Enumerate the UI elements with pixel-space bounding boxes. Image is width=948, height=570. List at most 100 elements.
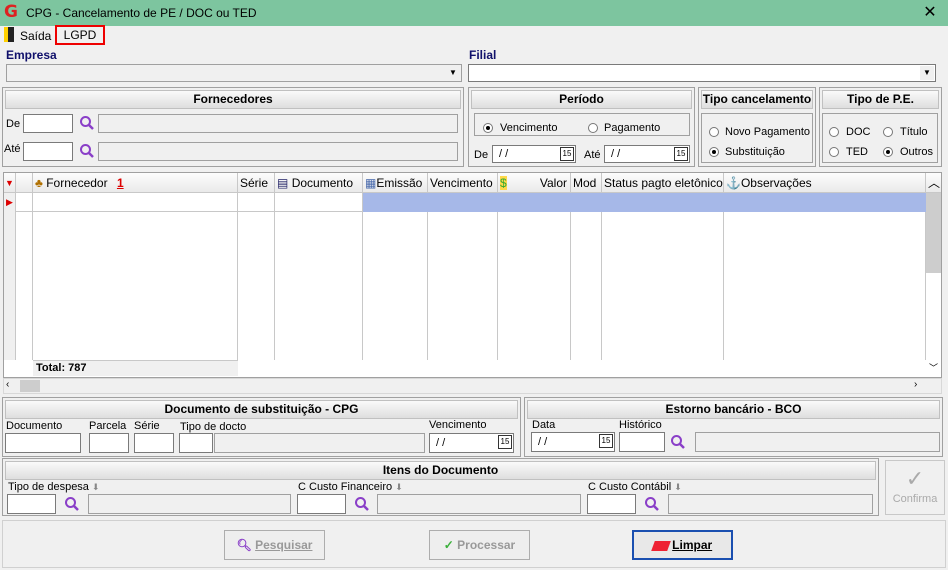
arrow-down-icon: ⬇ <box>395 482 403 492</box>
confirm-button[interactable]: ✓ Confirma <box>885 460 945 515</box>
sub-tipo-label: Tipo de docto <box>180 421 247 433</box>
scroll-left-icon[interactable]: ‹ <box>6 379 9 390</box>
col-serie[interactable]: Série <box>238 173 275 193</box>
scroll-up[interactable]: ︿ <box>926 173 941 193</box>
reversal-date[interactable]: / /15 <box>531 432 615 452</box>
ted-radio[interactable] <box>829 147 839 157</box>
scroll-down[interactable]: ﹀ <box>926 361 941 376</box>
horizontal-scroll-thumb[interactable] <box>20 380 40 392</box>
chevron-down-icon[interactable]: ▼ <box>920 66 934 80</box>
period-from-date[interactable]: / /15 <box>492 145 576 163</box>
vencimento-col <box>428 193 498 360</box>
custo-cont-desc <box>668 494 873 514</box>
window-title: CPG - Cancelamento de PE / DOC ou TED <box>26 6 257 20</box>
supplier-from-label: De <box>6 118 21 130</box>
titulo-label: Título <box>900 126 928 138</box>
payment-radio[interactable] <box>588 123 598 133</box>
check-icon: ✓ <box>443 538 454 552</box>
status-col <box>602 193 724 360</box>
pe-type-title: Tipo de P.E. <box>822 90 939 109</box>
check-col <box>16 193 33 360</box>
close-button[interactable]: ✕ <box>916 2 944 24</box>
documents-grid[interactable]: ▼ ♣ Fornecedor 1 Série ▤ Documento ▦Emis… <box>3 172 942 378</box>
scroll-right-icon[interactable]: › <box>914 379 917 390</box>
search-button[interactable]: 🔍︎ Pesquisar <box>224 530 325 560</box>
col-valor[interactable]: $ Valor <box>498 173 571 193</box>
search-icon[interactable] <box>670 434 686 450</box>
sub-parcela-input[interactable] <box>89 433 129 453</box>
new-payment-radio[interactable] <box>709 127 719 137</box>
chevron-down-icon[interactable]: ▼ <box>446 66 460 80</box>
emissao-col <box>363 193 428 360</box>
horizontal-scrollbar[interactable]: ‹ › <box>3 378 942 394</box>
sub-doc-input[interactable] <box>5 433 81 453</box>
sort-indicator: 1 <box>116 176 124 190</box>
menu-exit[interactable]: Saída <box>20 29 51 43</box>
process-button[interactable]: ✓ Processar <box>429 530 530 560</box>
app-logo-icon: G <box>4 2 18 22</box>
col-vencimento[interactable]: Vencimento <box>428 173 498 193</box>
doc-label: DOC <box>846 126 871 138</box>
outros-radio[interactable] <box>883 147 893 157</box>
supplier-from-input[interactable] <box>23 114 73 133</box>
supplier-to-input[interactable] <box>23 142 73 161</box>
arrow-down-icon: ⬇ <box>674 482 682 492</box>
search-icon[interactable] <box>644 496 660 512</box>
serie-col <box>238 193 275 360</box>
titulo-radio[interactable] <box>883 127 893 137</box>
sub-venc-label: Vencimento <box>429 419 487 431</box>
branch-select[interactable]: ▼ <box>468 64 936 82</box>
branch-label: Filial <box>469 48 497 62</box>
calendar-icon[interactable]: 15 <box>599 434 613 448</box>
search-icon: 🔍︎ <box>236 538 252 552</box>
calendar-icon: ▦ <box>365 176 377 190</box>
clear-button[interactable]: Limpar <box>632 530 733 560</box>
sub-venc-date[interactable]: / /15 <box>429 433 514 453</box>
calendar-icon[interactable]: 15 <box>674 147 688 161</box>
period-to-date[interactable]: / /15 <box>604 145 690 163</box>
company-select[interactable]: ▼ <box>6 64 462 82</box>
due-label: Vencimento <box>500 122 558 134</box>
cancel-type-title: Tipo cancelamento <box>701 90 813 109</box>
col-mod[interactable]: Mod <box>571 173 602 193</box>
table-row-selected[interactable] <box>363 193 926 212</box>
reversal-date-label: Data <box>532 419 556 431</box>
col-documento[interactable]: ▤ Documento <box>275 173 363 193</box>
col-fornecedor[interactable]: ♣ Fornecedor 1 <box>33 173 238 193</box>
historico-input[interactable] <box>619 432 665 452</box>
ted-label: TED <box>846 146 868 158</box>
due-radio[interactable] <box>483 123 493 133</box>
supplier-from-name <box>98 114 458 133</box>
sub-tipo-input[interactable] <box>179 433 213 453</box>
arrow-down-icon: ⬇ <box>92 482 100 492</box>
anchor-icon: ⚓ <box>726 176 741 190</box>
money-icon: $ <box>500 176 507 190</box>
custo-fin-input[interactable] <box>297 494 346 514</box>
tipo-despesa-input[interactable] <box>7 494 56 514</box>
sub-serie-label: Série <box>134 420 160 432</box>
menu-bar <box>0 26 948 45</box>
new-payment-label: Novo Pagamento <box>725 126 810 138</box>
company-label: Empresa <box>6 48 57 62</box>
table-row[interactable] <box>16 193 363 212</box>
sub-doc-label: Documento <box>6 420 63 432</box>
col-status[interactable]: Status pagto eletônico <box>602 173 724 193</box>
check-header <box>16 173 33 193</box>
doc-radio[interactable] <box>829 127 839 137</box>
supplier-to-name <box>98 142 458 161</box>
search-icon[interactable] <box>79 115 95 131</box>
custo-cont-input[interactable] <box>587 494 636 514</box>
indicator-header-icon: ▼ <box>4 173 16 193</box>
menu-lgpd[interactable]: LGPD <box>55 25 105 45</box>
calendar-icon[interactable]: 15 <box>498 435 512 449</box>
sub-tipo-desc <box>214 433 425 453</box>
col-emissao[interactable]: ▦Emissão <box>363 173 428 193</box>
vertical-scrollbar-thumb[interactable] <box>926 193 941 273</box>
substitution-radio[interactable] <box>709 147 719 157</box>
search-icon[interactable] <box>79 143 95 159</box>
search-icon[interactable] <box>354 496 370 512</box>
col-obs[interactable]: ⚓Observações <box>724 173 926 193</box>
sub-serie-input[interactable] <box>134 433 174 453</box>
calendar-icon[interactable]: 15 <box>560 147 574 161</box>
search-icon[interactable] <box>64 496 80 512</box>
